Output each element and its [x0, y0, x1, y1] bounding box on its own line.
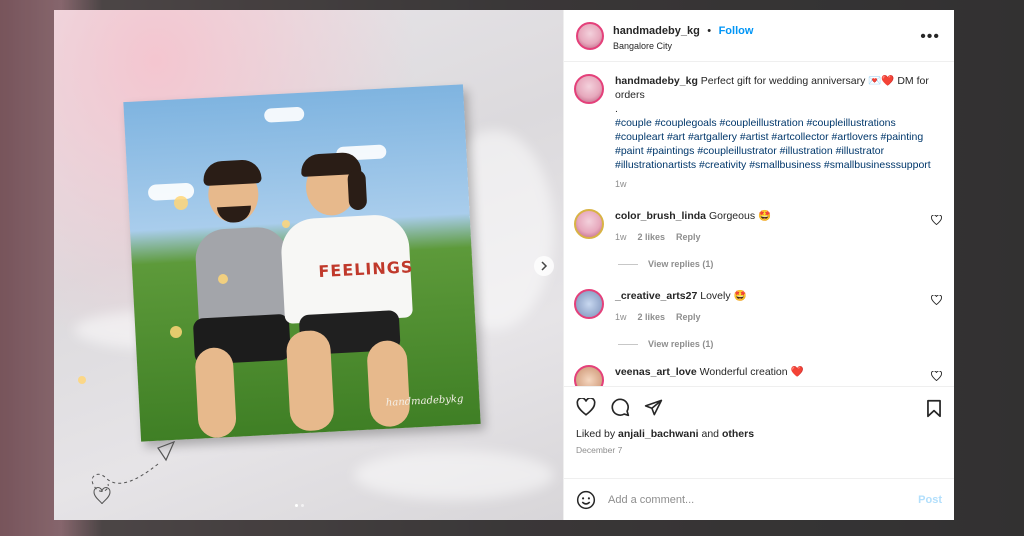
heart-icon[interactable]: [576, 398, 596, 416]
view-replies-label: View replies (1): [648, 339, 714, 349]
commenter-avatar[interactable]: [574, 209, 604, 239]
liked-by-prefix: Liked by: [576, 428, 616, 440]
chevron-right-icon: [541, 261, 548, 271]
comment-item: color_brush_linda Gorgeous 🤩 1w 2 likes …: [574, 209, 942, 242]
commenter-avatar[interactable]: [574, 365, 604, 386]
comment-like-icon[interactable]: [931, 295, 942, 305]
commenter-avatar[interactable]: [574, 289, 604, 319]
post-photo: FEELINGS handmadebykg: [54, 10, 563, 520]
caption: handmadeby_kg Perfect gift for wedding a…: [574, 74, 942, 189]
liked-by-user[interactable]: anjali_bachwani: [618, 428, 699, 440]
comment-like-icon[interactable]: [931, 371, 942, 381]
post-header: handmadeby_kg • Follow Bangalore City ••…: [564, 10, 954, 62]
author-username[interactable]: handmadeby_kg: [613, 25, 700, 37]
reply-button[interactable]: Reply: [676, 312, 701, 322]
follow-button[interactable]: Follow: [719, 25, 754, 37]
comment-text: Lovely 🤩: [700, 290, 747, 302]
bookmark-icon[interactable]: [926, 399, 942, 418]
liked-by-others[interactable]: others: [722, 428, 754, 440]
caption-author-avatar[interactable]: [574, 74, 604, 104]
post-details-panel: handmadeby_kg • Follow Bangalore City ••…: [563, 10, 954, 520]
comment-composer: Post: [564, 478, 954, 520]
comment-like-icon[interactable]: [931, 215, 942, 225]
commenter-username[interactable]: _creative_arts27: [615, 290, 697, 302]
comment-text: Gorgeous 🤩: [708, 210, 772, 222]
artwork-woman: FEELINGS: [276, 149, 420, 433]
more-options-button[interactable]: •••: [920, 28, 940, 46]
share-icon[interactable]: [644, 398, 663, 417]
dot-separator: •: [707, 24, 712, 37]
comment-likes[interactable]: 2 likes: [638, 232, 666, 242]
commenter-username[interactable]: color_brush_linda: [615, 210, 706, 222]
post-location[interactable]: Bangalore City: [613, 41, 753, 51]
add-comment-input[interactable]: [608, 493, 907, 506]
paper-plane-doodle-icon: [91, 440, 176, 505]
comment-time[interactable]: 1w: [615, 232, 627, 242]
emoji-icon[interactable]: [576, 490, 596, 510]
carousel-dots: [295, 504, 304, 507]
reply-button[interactable]: Reply: [676, 232, 701, 242]
next-photo-button[interactable]: [534, 256, 554, 276]
comment-time[interactable]: 1w: [615, 312, 627, 322]
liked-by: Liked by anjali_bachwani and others: [576, 428, 942, 440]
caption-time[interactable]: 1w: [615, 179, 942, 189]
comment-item: veenas_art_love Wonderful creation ❤️: [574, 365, 942, 386]
post-modal: FEELINGS handmadebykg handmadeby_kg • Fo…: [54, 10, 954, 520]
commenter-username[interactable]: veenas_art_love: [615, 366, 697, 378]
comment-text: Wonderful creation ❤️: [699, 366, 804, 378]
view-replies-label: View replies (1): [648, 259, 714, 269]
caption-separator: .: [615, 103, 618, 115]
artwork-canvas: FEELINGS handmadebykg: [123, 84, 481, 442]
view-replies-button[interactable]: View replies (1): [618, 339, 942, 349]
caption-hashtags[interactable]: #couple #couplegoals #coupleillustration…: [615, 116, 942, 172]
caption-author[interactable]: handmadeby_kg: [615, 75, 698, 87]
author-info: handmadeby_kg • Follow Bangalore City: [613, 21, 753, 51]
post-comment-button[interactable]: Post: [918, 494, 942, 506]
view-replies-button[interactable]: View replies (1): [618, 259, 942, 269]
post-actions: Liked by anjali_bachwani and others Dece…: [564, 386, 954, 478]
author-avatar[interactable]: [576, 21, 604, 50]
comment-icon[interactable]: [610, 397, 630, 417]
comment-item: _creative_arts27 Lovely 🤩 1w 2 likes Rep…: [574, 289, 942, 322]
post-date[interactable]: December 7: [576, 445, 942, 455]
liked-by-and: and: [701, 428, 720, 440]
comment-likes[interactable]: 2 likes: [638, 312, 666, 322]
comments-section[interactable]: handmadeby_kg Perfect gift for wedding a…: [564, 62, 954, 386]
